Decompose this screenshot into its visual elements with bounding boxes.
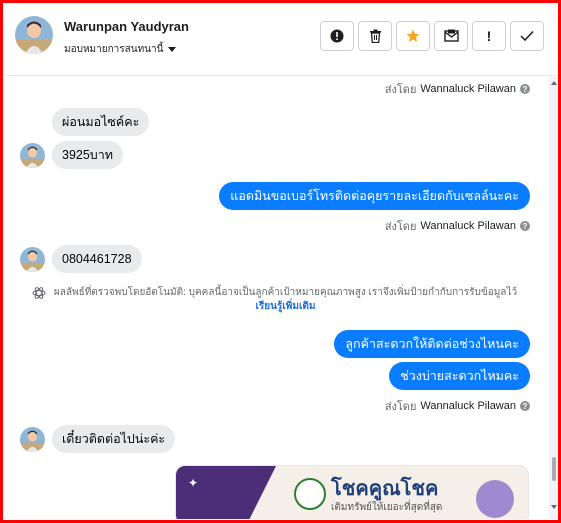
scroll-thumb[interactable] bbox=[552, 457, 556, 481]
scroll-down-icon[interactable] bbox=[551, 505, 557, 509]
sent-by-prefix: ส่งโดย bbox=[384, 84, 417, 96]
star-icon bbox=[406, 29, 420, 42]
auto-detect-notice: ผลลัพธ์ที่ตรวจพบโดยอัตโนมัติ: บุคคลนี้อา… bbox=[32, 286, 522, 314]
sent-by-prefix: ส่งโดย bbox=[384, 401, 417, 413]
auto-detect-text-row: ผลลัพธ์ที่ตรวจพบโดยอัตโนมัติ: บุคคลนี้อา… bbox=[32, 286, 522, 314]
mark-unread-button[interactable] bbox=[434, 21, 468, 51]
message-outgoing: แอดมินขอเบอร์โทรติดต่อคุยรายละเอียดกับเซ… bbox=[219, 182, 530, 210]
avatar-image bbox=[20, 247, 45, 272]
avatar-image bbox=[20, 143, 45, 168]
banner-purple-shape bbox=[176, 466, 276, 519]
header-actions: ! bbox=[320, 21, 544, 51]
sent-by-row: ส่งโดย Wannaluck Pilawan ? bbox=[385, 80, 530, 98]
message-incoming: 0804461728 bbox=[52, 245, 142, 273]
learn-more-link[interactable]: เรียนรู้เพิ่มเติม bbox=[256, 301, 316, 312]
message-outgoing: ช่วงบ่ายสะดวกไหมคะ bbox=[389, 362, 530, 390]
sender-avatar[interactable] bbox=[20, 427, 45, 452]
scroll-up-icon[interactable] bbox=[551, 81, 557, 85]
image-attachment[interactable]: ✦ โชคคูณโชค เติมทรัพย์ให้เยอะที่สุดที่สุ… bbox=[175, 465, 529, 519]
banner-subtitle: เติมทรัพย์ให้เยอะที่สุดที่สุด bbox=[331, 502, 443, 513]
avatar[interactable] bbox=[15, 16, 53, 54]
avatar-image bbox=[15, 16, 53, 54]
message-incoming: เดี๋ยวติดต่อไปน่ะค่ะ bbox=[52, 425, 176, 453]
mark-done-button[interactable] bbox=[510, 21, 544, 51]
auto-detect-text: ผลลัพธ์ที่ตรวจพบโดยอัตโนมัติ: บุคคลนี้อา… bbox=[53, 287, 518, 298]
spam-alert-button[interactable] bbox=[320, 21, 354, 51]
help-icon[interactable]: ? bbox=[520, 84, 530, 94]
help-icon[interactable]: ? bbox=[520, 401, 530, 411]
exclamation-icon: ! bbox=[486, 28, 492, 44]
sent-by-name: Wannaluck Pilawan bbox=[420, 83, 516, 95]
assign-label: มอบหมายการสนทนานี้ bbox=[64, 44, 164, 55]
check-icon bbox=[520, 30, 534, 42]
conversation-header: Warunpan Yaudyran มอบหมายการสนทนานี้ ! bbox=[6, 6, 558, 76]
message-incoming: ผ่อนมอไซค์คะ bbox=[52, 108, 150, 136]
message-incoming: 3925บาท bbox=[52, 141, 124, 169]
atom-icon bbox=[32, 287, 46, 299]
banner-decoration bbox=[476, 480, 514, 518]
window-frame: Warunpan Yaudyran มอบหมายการสนทนานี้ ! ส… bbox=[0, 0, 561, 523]
contact-name: Warunpan Yaudyran bbox=[64, 19, 189, 34]
sent-by-row: ส่งโดย Wannaluck Pilawan ? bbox=[385, 397, 530, 415]
trash-icon bbox=[369, 29, 381, 43]
mail-icon bbox=[443, 29, 459, 42]
brand-logo bbox=[294, 478, 326, 510]
message-thread: ส่งโดย Wannaluck Pilawan ? ผ่อนมอไซค์คะ … bbox=[6, 77, 548, 519]
avatar-image bbox=[20, 427, 45, 452]
report-button[interactable]: ! bbox=[472, 21, 506, 51]
sender-avatar[interactable] bbox=[20, 143, 45, 168]
sent-by-name: Wannaluck Pilawan bbox=[420, 220, 516, 232]
sent-by-prefix: ส่งโดย bbox=[384, 221, 417, 233]
assign-dropdown[interactable]: มอบหมายการสนทนานี้ bbox=[64, 42, 177, 57]
thread-scrollbar[interactable] bbox=[549, 77, 558, 519]
help-icon[interactable]: ? bbox=[520, 221, 530, 231]
sender-avatar[interactable] bbox=[20, 247, 45, 272]
sparkle-icon: ✦ bbox=[188, 476, 199, 490]
sent-by-name: Wannaluck Pilawan bbox=[420, 400, 516, 412]
sent-by-row: ส่งโดย Wannaluck Pilawan ? bbox=[385, 217, 530, 235]
caret-down-icon bbox=[168, 47, 177, 52]
star-button[interactable] bbox=[396, 21, 430, 51]
alert-circle-icon bbox=[330, 29, 344, 43]
delete-button[interactable] bbox=[358, 21, 392, 51]
message-outgoing: ลูกค้าสะดวกให้ติดต่อช่วงไหนคะ bbox=[334, 330, 530, 358]
